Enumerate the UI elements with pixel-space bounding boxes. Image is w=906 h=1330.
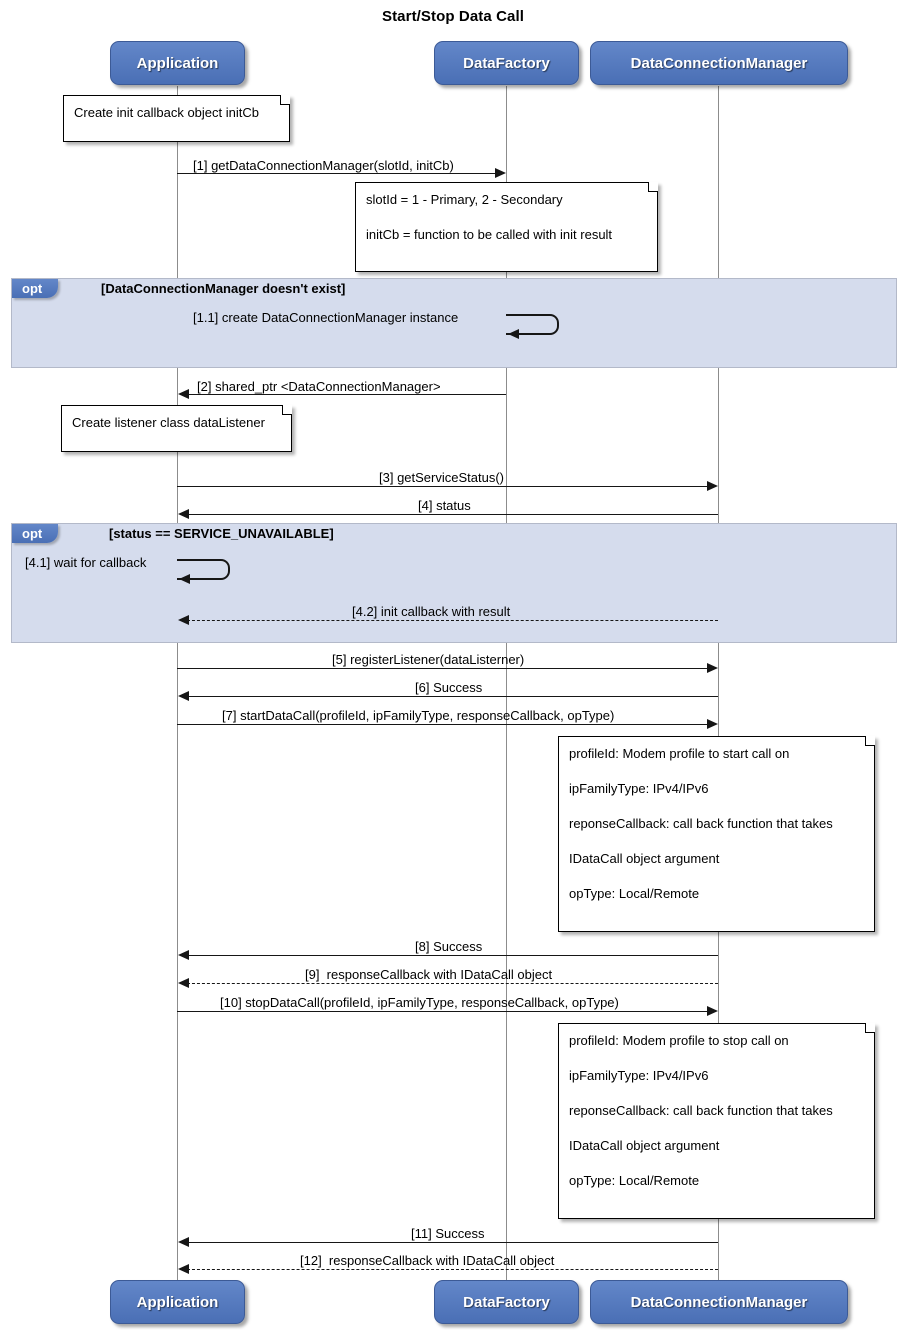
note-text-line: IDataCall object argument xyxy=(569,851,720,866)
message-label-m6: [6] Success xyxy=(415,680,483,695)
message-line-m12 xyxy=(182,1269,718,1270)
fragment-condition-label: [DataConnectionManager doesn't exist] xyxy=(101,281,346,296)
fragment-operator-label: opt xyxy=(12,279,59,298)
message-arrowhead-m7 xyxy=(707,719,718,729)
message-arrowhead-m9 xyxy=(178,978,189,988)
message-label-m41: [4.1] wait for callback xyxy=(25,555,147,570)
message-line-m6 xyxy=(182,696,718,697)
note-fold-corner-icon xyxy=(282,405,292,415)
message-line-m5 xyxy=(177,668,714,669)
fragment-operator-label: opt xyxy=(12,524,59,543)
message-arrowhead-m42 xyxy=(178,615,189,625)
message-arrowhead-m41 xyxy=(179,574,190,584)
message-label-m2: [2] shared_ptr <DataConnectionManager> xyxy=(197,379,441,394)
message-label-m11: [1.1] create DataConnectionManager insta… xyxy=(193,310,459,325)
message-line-m3 xyxy=(177,486,714,487)
message-arrowhead-m12 xyxy=(178,1264,189,1274)
message-line-m8 xyxy=(182,955,718,956)
message-arrowhead-m1 xyxy=(495,168,506,178)
note-fold-corner-icon xyxy=(865,736,875,746)
message-line-m9 xyxy=(182,983,718,984)
message-line-m1 xyxy=(177,173,502,174)
message-label-m12: [12] responseCallback with IDataCall obj… xyxy=(300,1253,555,1268)
message-arrowhead-m6 xyxy=(178,691,189,701)
message-label-m9: [9] responseCallback with IDataCall obje… xyxy=(305,967,553,982)
fragment-opt-service-unavailable: opt [status == SERVICE_UNAVAILABLE] xyxy=(11,523,897,643)
note-fold-corner-icon xyxy=(280,95,290,105)
participant-dataconnectionmanager-top[interactable]: DataConnectionManager xyxy=(590,41,848,85)
message-line-m10 xyxy=(177,1011,714,1012)
message-line-m11b xyxy=(182,1242,718,1243)
participant-label: DataFactory xyxy=(463,54,550,72)
message-label-m10: [10] stopDataCall(profileId, ipFamilyTyp… xyxy=(220,995,619,1010)
note-text-line: profileId: Modem profile to start call o… xyxy=(569,746,790,761)
note-text-line: initCb = function to be called with init… xyxy=(366,227,613,242)
participant-label: Application xyxy=(136,1293,219,1311)
note-text-line: ipFamilyType: IPv4/IPv6 xyxy=(569,781,709,796)
note-text-line: reponseCallback: call back function that… xyxy=(569,1103,833,1118)
note-slotid-initcb: slotId = 1 - Primary, 2 - Secondary init… xyxy=(355,182,658,272)
message-label-m1: [1] getDataConnectionManager(slotId, ini… xyxy=(193,158,454,173)
message-label-m7: [7] startDataCall(profileId, ipFamilyTyp… xyxy=(222,708,615,723)
message-label-m42: [4.2] init callback with result xyxy=(352,604,511,619)
note-stop-data-call-params: profileId: Modem profile to stop call on… xyxy=(558,1023,875,1219)
note-fold-corner-icon xyxy=(648,182,658,192)
participant-application-bottom[interactable]: Application xyxy=(110,1280,245,1324)
message-arrowhead-m11 xyxy=(508,329,519,339)
lifeline-application xyxy=(177,86,178,1280)
note-text-line: profileId: Modem profile to stop call on xyxy=(569,1033,789,1048)
note-start-data-call-params: profileId: Modem profile to start call o… xyxy=(558,736,875,932)
message-label-m4: [4] status xyxy=(418,498,471,513)
message-label-m5: [5] registerListener(dataListerner) xyxy=(332,652,525,667)
page-title: Start/Stop Data Call xyxy=(381,8,525,25)
message-arrowhead-m11b xyxy=(178,1237,189,1247)
note-text-line: reponseCallback: call back function that… xyxy=(569,816,833,831)
message-line-m2 xyxy=(182,394,506,395)
message-label-m3: [3] getServiceStatus() xyxy=(379,470,504,485)
participant-label: DataConnectionManager xyxy=(630,54,808,72)
note-text-line: opType: Local/Remote xyxy=(569,886,700,901)
message-label-m11b: [11] Success xyxy=(411,1226,485,1241)
note-text-line: Create listener class dataListener xyxy=(72,415,265,430)
participant-dataconnectionmanager-bottom[interactable]: DataConnectionManager xyxy=(590,1280,848,1324)
message-label-m8: [8] Success xyxy=(415,939,483,954)
note-text-line: ipFamilyType: IPv4/IPv6 xyxy=(569,1068,709,1083)
message-line-m42 xyxy=(182,620,718,621)
message-arrowhead-m5 xyxy=(707,663,718,673)
note-create-init-callback: Create init callback object initCb xyxy=(63,95,290,142)
participant-label: DataConnectionManager xyxy=(630,1293,808,1311)
message-arrowhead-m3 xyxy=(707,481,718,491)
note-text-line: slotId = 1 - Primary, 2 - Secondary xyxy=(366,192,563,207)
message-arrowhead-m2 xyxy=(178,389,189,399)
participant-label: Application xyxy=(136,54,219,72)
note-text-line: Create init callback object initCb xyxy=(74,105,259,120)
message-line-m4 xyxy=(182,514,718,515)
sequence-diagram: Start/Stop Data Call opt [DataConnection… xyxy=(0,0,906,1330)
message-arrowhead-m8 xyxy=(178,950,189,960)
participant-datafactory-top[interactable]: DataFactory xyxy=(434,41,579,85)
message-line-m7 xyxy=(177,724,714,725)
participant-datafactory-bottom[interactable]: DataFactory xyxy=(434,1280,579,1324)
message-arrowhead-m10 xyxy=(707,1006,718,1016)
note-text-line: opType: Local/Remote xyxy=(569,1173,700,1188)
message-arrowhead-m4 xyxy=(178,509,189,519)
participant-label: DataFactory xyxy=(463,1293,550,1311)
participant-application-top[interactable]: Application xyxy=(110,41,245,85)
fragment-condition-label: [status == SERVICE_UNAVAILABLE] xyxy=(109,526,334,541)
note-text-line: IDataCall object argument xyxy=(569,1138,720,1153)
note-fold-corner-icon xyxy=(865,1023,875,1033)
note-create-listener: Create listener class dataListener xyxy=(61,405,292,452)
